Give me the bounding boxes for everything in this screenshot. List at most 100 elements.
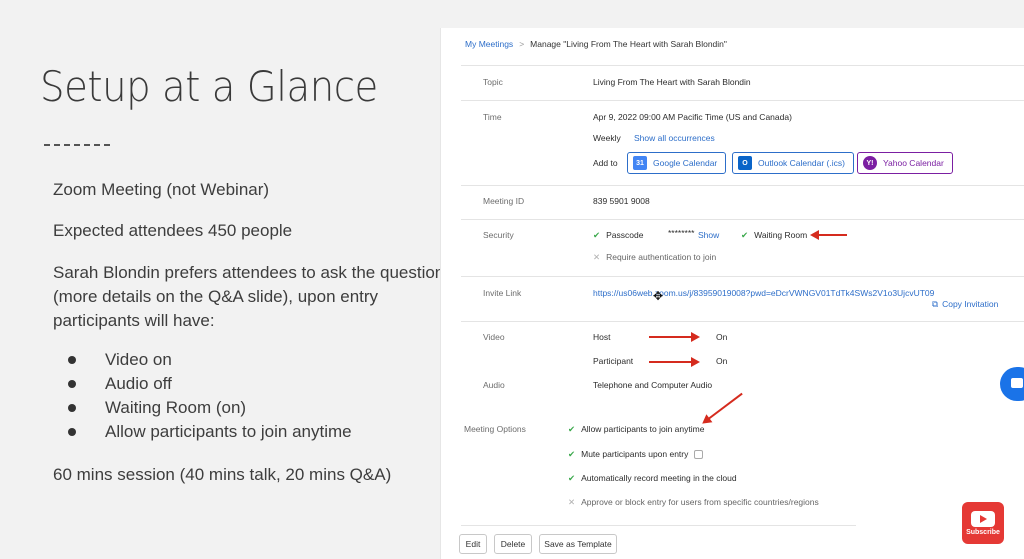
bullet-item: Allow participants to join anytime — [68, 420, 352, 444]
time-value: Apr 9, 2022 09:00 AM Pacific Time (US an… — [593, 112, 792, 122]
subscribe-button[interactable]: Subscribe — [962, 502, 1004, 544]
participant-video-label: Participant — [593, 356, 634, 366]
recurrence-value: Weekly — [593, 133, 621, 143]
audio-label: Audio — [483, 380, 505, 390]
passcode-masked: ******** — [668, 228, 695, 238]
subscribe-label: Subscribe — [966, 528, 1000, 536]
bullet-item: Waiting Room (on) — [68, 396, 352, 420]
google-calendar-button[interactable]: 31 Google Calendar — [627, 152, 727, 174]
chat-support-button[interactable] — [1000, 367, 1024, 401]
info-icon[interactable] — [693, 450, 703, 460]
outlook-calendar-label: Outlook Calendar (.ics) — [758, 158, 845, 168]
check-icon: ✔ — [741, 230, 749, 240]
option-mute-on-entry: ✔ Mute participants upon entry — [568, 449, 703, 460]
divider — [461, 276, 1024, 277]
copy-invitation-label: Copy Invitation — [942, 299, 999, 309]
youtube-play-icon — [971, 510, 995, 527]
cross-icon: ✕ — [568, 497, 576, 507]
annotation-arrow-icon — [649, 357, 700, 367]
topic-value: Living From The Heart with Sarah Blondin — [593, 77, 751, 87]
video-label: Video — [483, 332, 505, 342]
breadcrumb-my-meetings-link[interactable]: My Meetings — [465, 39, 513, 49]
bullet-text: Video on — [105, 350, 172, 369]
participant-video-value: On — [716, 356, 728, 366]
divider — [461, 65, 1024, 66]
save-as-template-button[interactable]: Save as Template — [539, 534, 617, 554]
host-video-label: Host — [593, 332, 611, 342]
divider — [461, 219, 1024, 220]
breadcrumb-current: Manage "Living From The Heart with Sarah… — [530, 39, 727, 49]
meeting-id-value: 839 5901 9008 — [593, 196, 650, 206]
waiting-room-setting: ✔ Waiting Room — [741, 230, 807, 241]
audio-value: Telephone and Computer Audio — [593, 380, 713, 390]
slide-line-questions-2: (more details on the Q&A slide), upon en… — [53, 287, 379, 306]
slide-bullet-list: Video on Audio off Waiting Room (on) All… — [68, 348, 352, 444]
copy-icon: ⧉ — [932, 299, 939, 309]
invite-link-label: Invite Link — [483, 288, 522, 298]
bullet-item: Video on — [68, 348, 352, 372]
host-video-value: On — [716, 332, 728, 342]
breadcrumb-separator-icon: > — [519, 39, 525, 49]
divider — [461, 525, 856, 526]
slide-line-questions-1: Sarah Blondin prefers attendees to ask t… — [53, 263, 453, 282]
cross-icon: ✕ — [593, 252, 601, 262]
passcode-label: Passcode — [606, 230, 644, 240]
option-label: Automatically record meeting in the clou… — [581, 473, 737, 483]
yahoo-calendar-button[interactable]: Y! Yahoo Calendar — [857, 152, 953, 174]
divider — [461, 185, 1024, 186]
bullet-text: Allow participants to join anytime — [105, 422, 352, 441]
bullet-dot-icon — [68, 428, 76, 436]
divider — [461, 100, 1024, 101]
check-icon: ✔ — [568, 424, 576, 434]
copy-invitation-button[interactable]: ⧉ Copy Invitation — [932, 299, 998, 310]
bullet-item: Audio off — [68, 372, 352, 396]
option-join-anytime: ✔ Allow participants to join anytime — [568, 424, 704, 435]
outlook-icon: O — [738, 156, 752, 170]
slide-line-questions-3: participants will have: — [53, 311, 215, 330]
meeting-id-label: Meeting ID — [483, 196, 525, 206]
require-auth-setting: ✕ Require authentication to join — [593, 252, 716, 263]
option-label: Approve or block entry for users from sp… — [581, 497, 819, 507]
slide-title: Setup at a Glance — [40, 62, 378, 111]
bullet-dot-icon — [68, 404, 76, 412]
passcode-setting: ✔ Passcode — [593, 230, 643, 241]
annotation-arrow-icon — [706, 392, 743, 421]
bullet-text: Audio off — [105, 374, 172, 393]
yahoo-calendar-label: Yahoo Calendar — [883, 158, 944, 168]
invite-link-url[interactable]: https://us06web.zoom.us/j/83959019008?pw… — [593, 288, 934, 298]
time-label: Time — [483, 112, 502, 122]
check-icon: ✔ — [593, 230, 601, 240]
zoom-meeting-panel: My Meetings > Manage "Living From The Hear… — [440, 28, 1024, 559]
option-label: Mute participants upon entry — [581, 449, 689, 459]
chat-bubble-icon — [1011, 378, 1023, 388]
topic-label: Topic — [483, 77, 503, 87]
show-passcode-link[interactable]: Show — [698, 230, 719, 240]
add-to-label: Add to — [593, 158, 618, 168]
yahoo-icon: Y! — [863, 156, 877, 170]
title-divider — [44, 144, 110, 146]
meeting-options-label: Meeting Options — [464, 424, 526, 434]
slide-line-session: 60 mins session (40 mins talk, 20 mins Q… — [53, 465, 392, 484]
slide-line-meeting-type: Zoom Meeting (not Webinar) — [53, 180, 270, 199]
check-icon: ✔ — [568, 473, 576, 483]
slide-line-attendees: Expected attendees 450 people — [53, 221, 293, 240]
annotation-arrow-icon — [817, 234, 847, 236]
bullet-text: Waiting Room (on) — [105, 398, 247, 417]
security-label: Security — [483, 230, 514, 240]
move-cursor-icon: ✥ — [653, 289, 664, 303]
waiting-room-label: Waiting Room — [754, 230, 808, 240]
option-label: Allow participants to join anytime — [581, 424, 705, 434]
require-auth-label: Require authentication to join — [606, 252, 717, 262]
edit-button[interactable]: Edit — [459, 534, 487, 554]
bullet-dot-icon — [68, 380, 76, 388]
divider — [461, 321, 1024, 322]
option-cloud-recording: ✔ Automatically record meeting in the clo… — [568, 473, 737, 484]
option-approve-block-regions: ✕ Approve or block entry for users from s… — [568, 497, 819, 508]
check-icon: ✔ — [568, 449, 576, 459]
show-all-occurrences-link[interactable]: Show all occurrences — [634, 133, 715, 143]
breadcrumb: My Meetings > Manage "Living From The Hear… — [465, 39, 727, 49]
google-calendar-label: Google Calendar — [653, 158, 718, 168]
bullet-dot-icon — [68, 356, 76, 364]
delete-button[interactable]: Delete — [494, 534, 532, 554]
outlook-calendar-button[interactable]: O Outlook Calendar (.ics) — [732, 152, 854, 174]
